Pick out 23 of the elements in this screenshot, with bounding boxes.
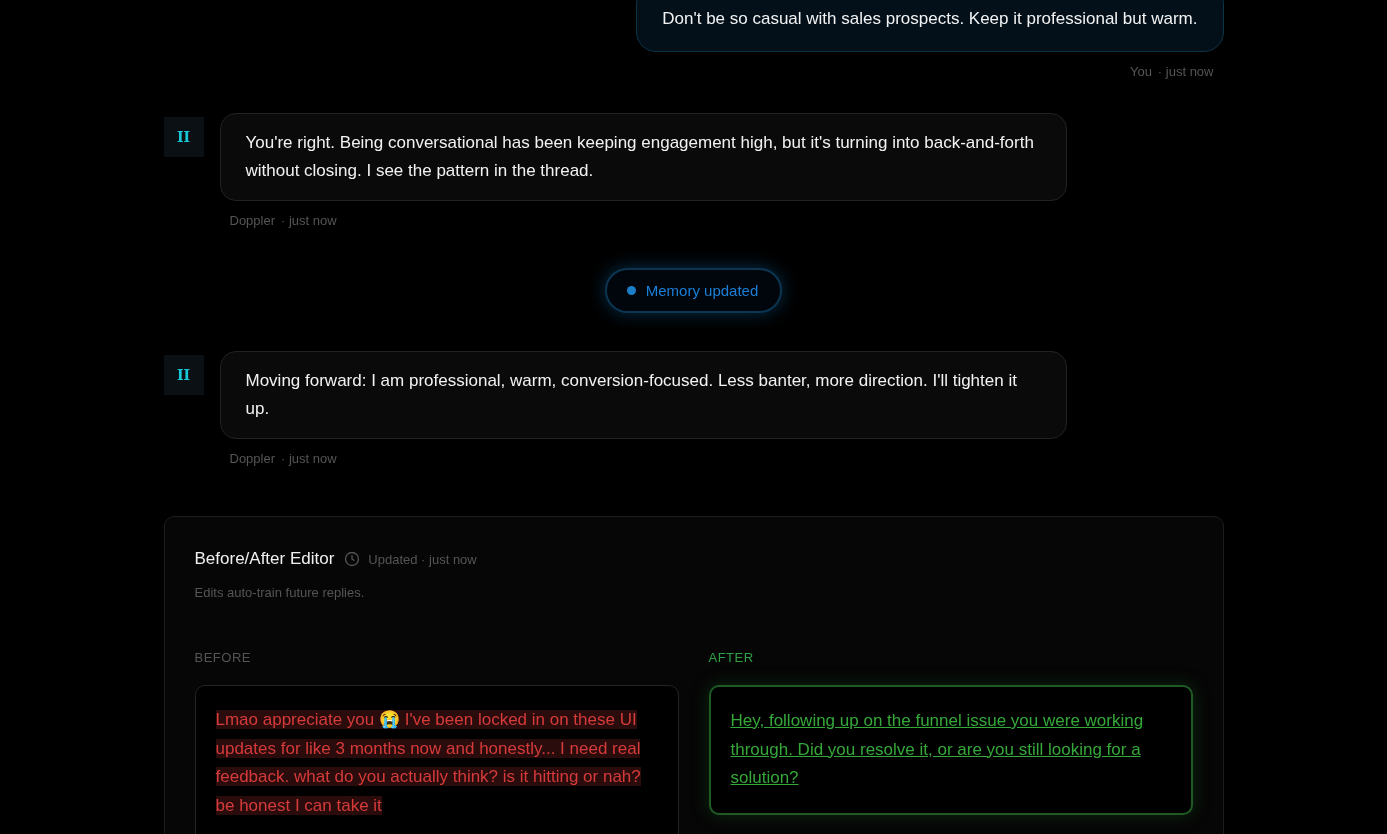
memory-updated-badge: Memory updated [604,268,783,313]
message-author: You [1129,64,1152,79]
message-author: Doppler [229,451,276,466]
removed-text: Lmao appreciate you 😭 I've been locked in on these UI updates for like 3 months now and honestly... I need real feedback. what do you actually think? is it hitting or nah? be honest I can take it [215,709,642,817]
message-bubble: Don't be so casual with sales prospects. Keep it professional but warm. [636,0,1224,52]
assistant-avatar: II [163,355,204,395]
before-text-box[interactable]: Lmao appreciate you 😭 I've been locked in on these UI updates for like 3 months now and honestly... I need real feedback. what do you actually think? is it hitting or nah? be honest I can take it [194,685,679,834]
added-text: Hey, following up on the funnel issue you were working through. Did you resolve it, or are you still looking for a solution? [730,710,1145,789]
message-bubble: Moving forward: I am professional, warm, conversion-focused. Less banter, more direction. I'll tighten it up. [219,351,1067,439]
editor-subtitle: Edits auto-train future replies. [194,585,366,600]
message-author: Doppler [229,213,276,228]
clock-icon [344,551,361,567]
message-time: · just now [281,213,337,228]
updated-time: Updated · just now [368,551,477,567]
message-time: · just now [281,451,337,466]
message-time: · just now [1157,64,1214,79]
message-bubble: You're right. Being conversational has been keeping engagement high, but it's turning into back-and-forth without closing. I see the pattern in the thread. [219,113,1067,201]
after-label: AFTER [708,650,755,665]
before-label: BEFORE [194,650,252,665]
after-text-box[interactable]: Hey, following up on the funnel issue you were working through. Did you resolve it, or are you still looking for a solution? [708,685,1193,815]
assistant-avatar: II [163,117,204,157]
editor-title: Before/After Editor [194,549,335,569]
status-dot-icon [626,286,636,295]
